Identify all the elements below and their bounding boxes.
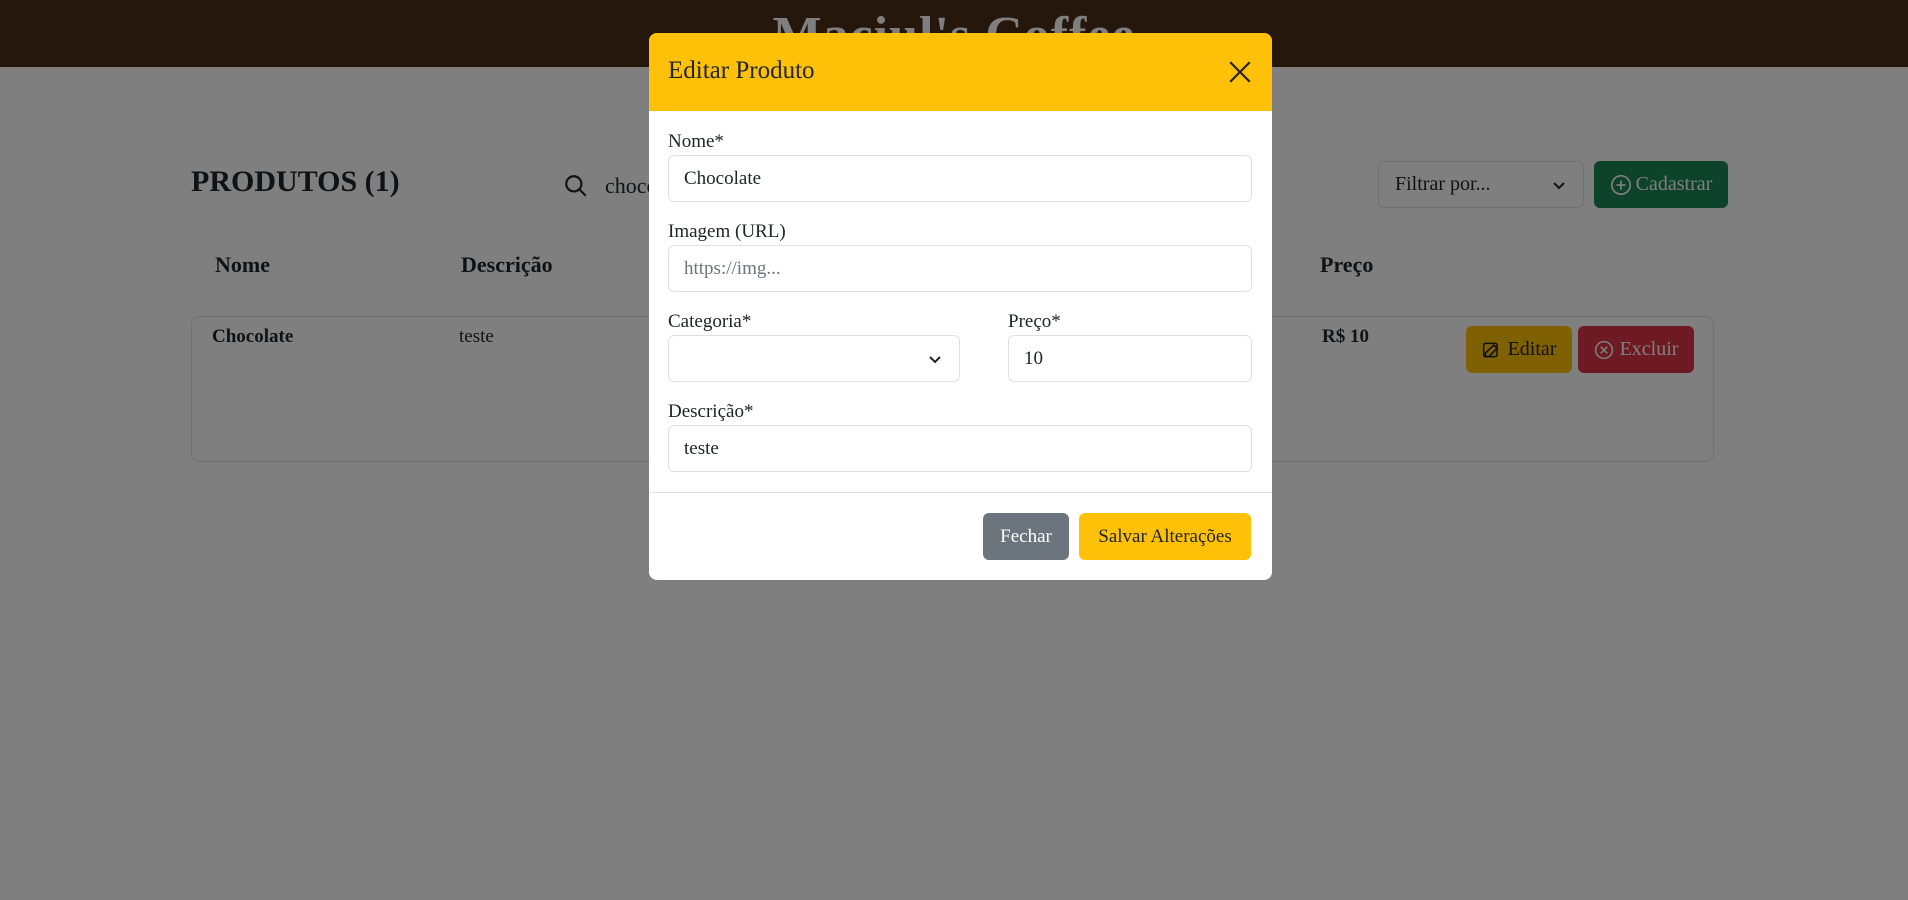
name-label: Nome* [668,131,724,152]
modal-footer-divider [649,492,1272,493]
price-field[interactable] [1008,335,1252,382]
image-label: Imagem (URL) [668,221,786,242]
price-label: Preço* [1008,311,1061,332]
description-field[interactable] [668,425,1252,472]
image-url-field[interactable] [668,245,1252,292]
modal-header: Editar Produto [649,33,1272,111]
category-label: Categoria* [668,311,752,332]
name-field[interactable] [668,155,1252,202]
modal-title: Editar Produto [668,57,815,84]
close-button[interactable]: Fechar [983,513,1069,560]
close-icon[interactable] [1227,59,1253,85]
description-label: Descrição* [668,401,754,422]
chevron-down-icon [929,356,941,364]
category-select[interactable] [668,335,960,382]
save-changes-button[interactable]: Salvar Alterações [1079,513,1251,560]
edit-product-modal: Editar Produto Nome* Imagem (URL) Catego… [649,33,1272,580]
